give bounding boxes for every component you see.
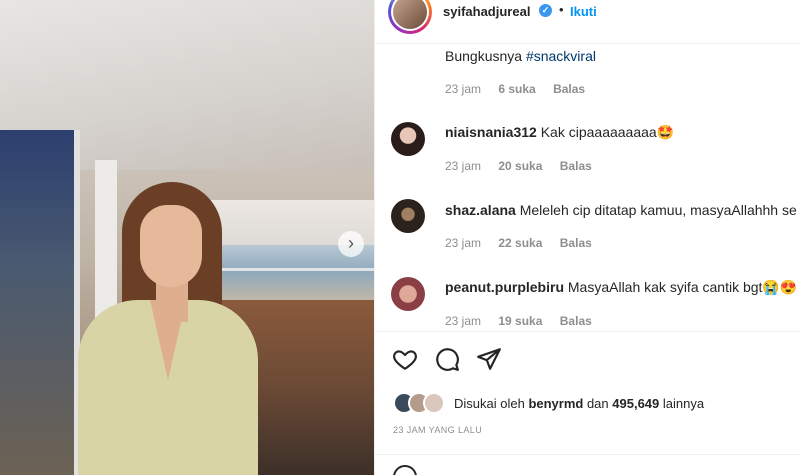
comment-meta: 23 jam 19 suka Balas	[445, 314, 606, 328]
photo-glass-door	[0, 130, 80, 475]
comment-likes[interactable]: 22 suka	[498, 236, 542, 250]
heart-icon[interactable]	[392, 346, 418, 372]
comment-likes[interactable]: 6 suka	[498, 82, 535, 96]
comment-meta: 23 jam 20 suka Balas	[445, 159, 606, 173]
comment-text: niaisnania312 Kak cipaaaaaaaaa🤩	[445, 124, 675, 140]
liker-avatar	[423, 392, 445, 414]
post-details-panel: syifahadjureal ✓ • Ikuti Bungkusnya #sna…	[374, 0, 800, 475]
comment-likes[interactable]: 19 suka	[498, 314, 542, 328]
likes-count[interactable]: 495,649	[612, 396, 659, 411]
author-avatar[interactable]	[388, 0, 432, 34]
share-icon[interactable]	[476, 346, 502, 372]
comment-time[interactable]: 23 jam	[445, 314, 481, 328]
follow-button[interactable]: Ikuti	[570, 4, 597, 19]
comment-text: Bungkusnya #snackviral	[445, 48, 596, 64]
comment-reply-button[interactable]: Balas	[560, 314, 592, 328]
add-comment-bar	[375, 454, 800, 475]
author-username[interactable]: syifahadjureal	[443, 4, 530, 19]
comment-reply-button[interactable]: Balas	[560, 159, 592, 173]
commenter-username[interactable]: peanut.purplebiru	[445, 279, 564, 295]
commenter-avatar[interactable]	[391, 122, 425, 156]
comment-meta: 23 jam 6 suka Balas	[445, 82, 599, 96]
photo-railing	[205, 268, 374, 271]
carousel-next-button[interactable]: ›	[338, 231, 364, 257]
photo-person-dress	[78, 300, 258, 475]
comment-likes[interactable]: 20 suka	[498, 159, 542, 173]
comment-text: peanut.purplebiru MasyaAllah kak syifa c…	[445, 279, 798, 295]
hashtag-link[interactable]: #snackviral	[526, 48, 596, 64]
post-timestamp[interactable]: 23 JAM YANG LALU	[393, 425, 482, 435]
photo-person-face	[140, 205, 202, 287]
liker-username[interactable]: benyrmd	[528, 396, 583, 411]
comment-meta: 23 jam 22 suka Balas	[445, 236, 606, 250]
comment-time[interactable]: 23 jam	[445, 82, 481, 96]
commenter-username[interactable]: niaisnania312	[445, 124, 537, 140]
post-header: syifahadjureal ✓ • Ikuti	[375, 0, 800, 44]
likes-summary: Disukai oleh benyrmd dan 495,649 lainnya	[454, 396, 705, 411]
emoji-icon[interactable]	[393, 465, 417, 475]
photo-person-neck	[156, 282, 188, 322]
commenter-avatar[interactable]	[391, 199, 425, 233]
comment-text: shaz.alana Meleleh cip ditatap kamuu, ma…	[445, 202, 797, 218]
comment-reply-button[interactable]: Balas	[560, 236, 592, 250]
comment-time[interactable]: 23 jam	[445, 159, 481, 173]
header-separator: •	[559, 2, 564, 17]
comment-time[interactable]: 23 jam	[445, 236, 481, 250]
post-actions: Disukai oleh benyrmd dan 495,649 lainnya…	[375, 331, 800, 475]
commenter-avatar[interactable]	[391, 277, 425, 311]
commenter-username[interactable]: shaz.alana	[445, 202, 516, 218]
comment-icon[interactable]	[434, 346, 460, 372]
post-photo[interactable]: ›	[0, 0, 374, 475]
verified-icon: ✓	[539, 4, 552, 17]
comment-reply-button[interactable]: Balas	[553, 82, 585, 96]
